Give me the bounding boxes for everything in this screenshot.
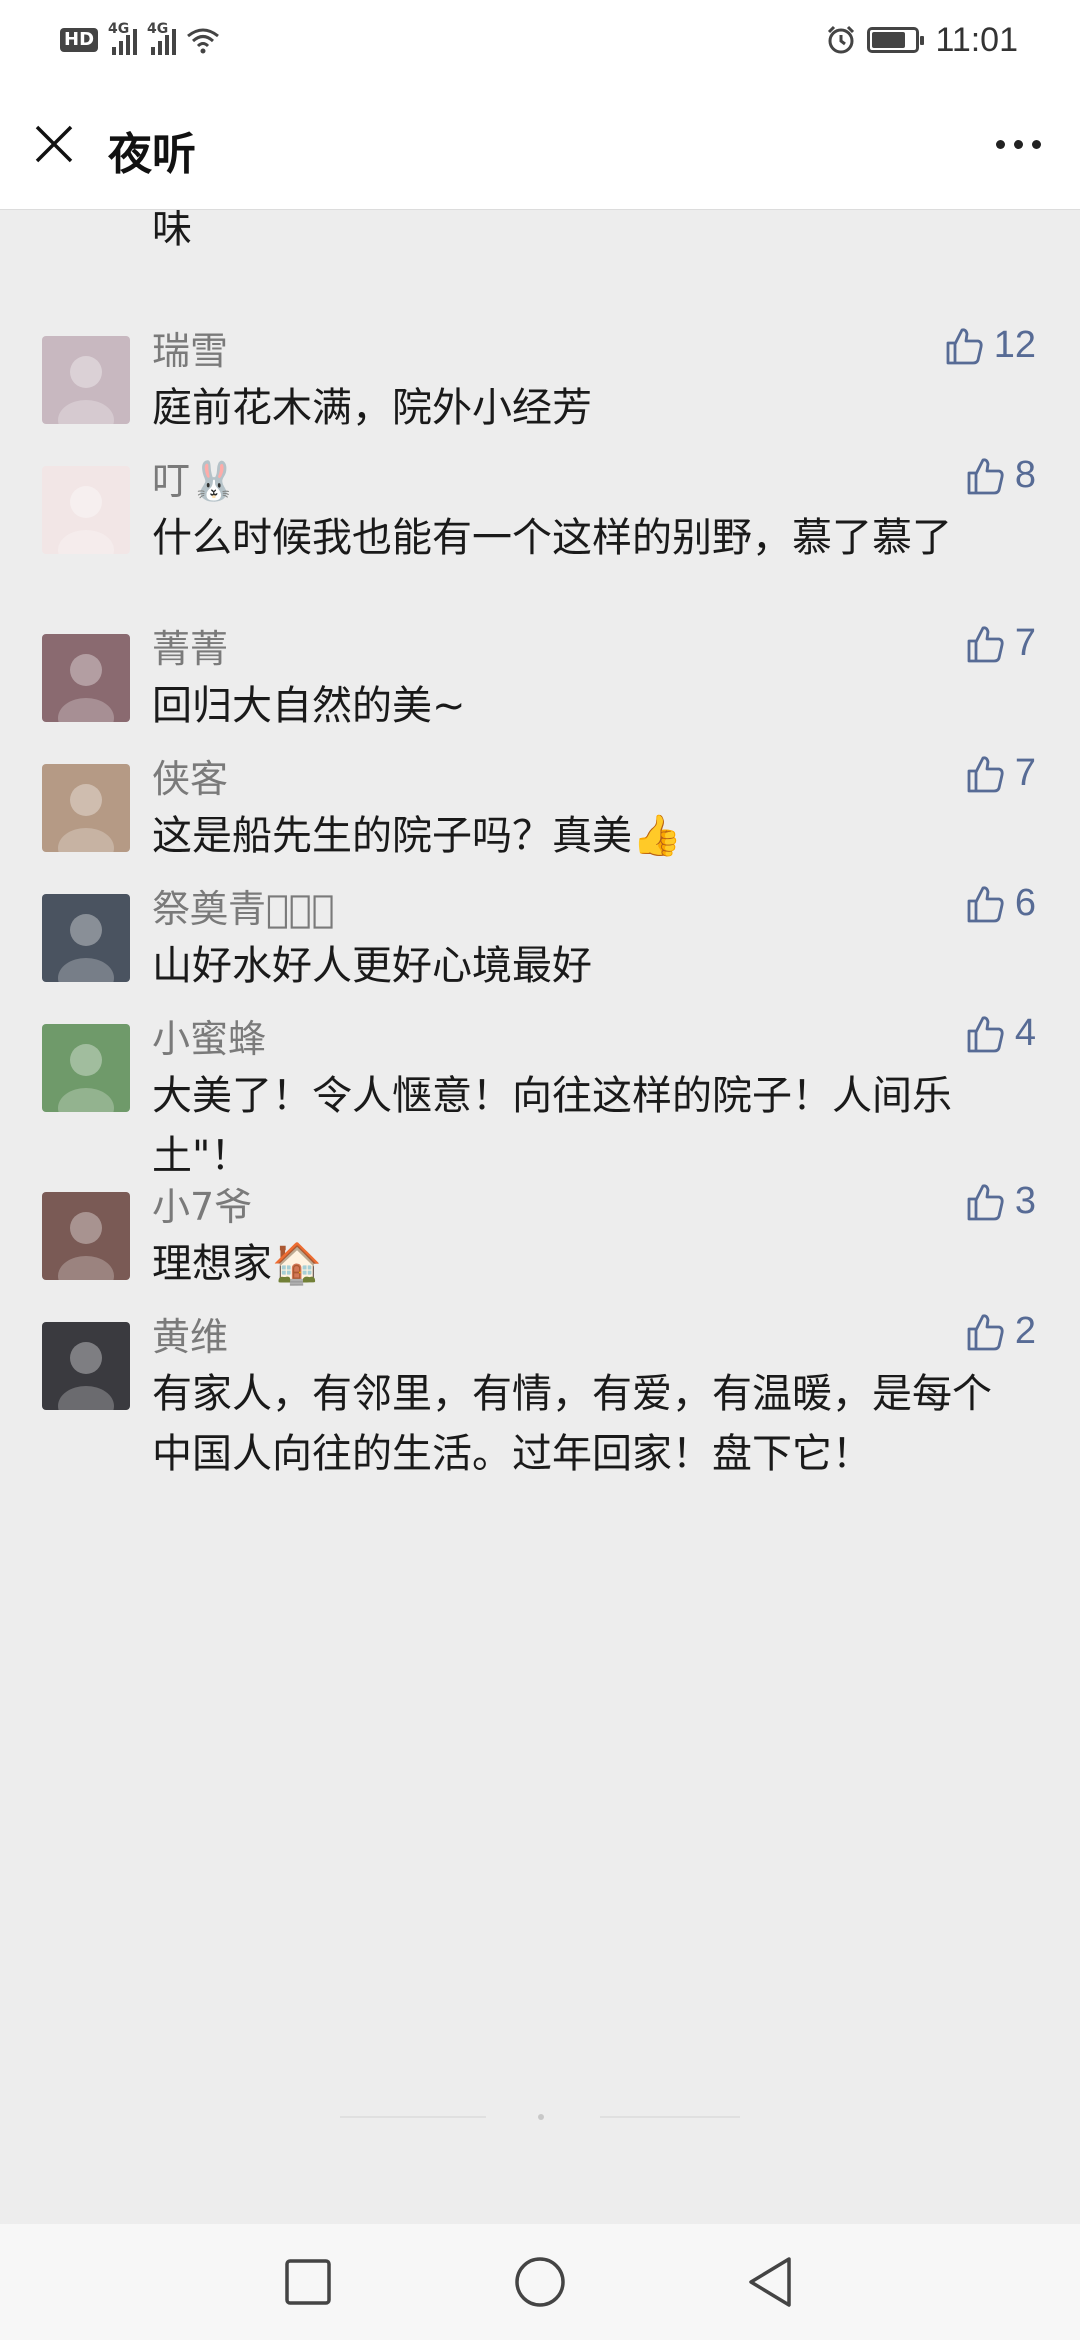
- comment-text: 大美了！令人惬意！向往这样的院子！人间乐土"！: [152, 1073, 952, 1179]
- like-button[interactable]: 7: [965, 622, 1036, 665]
- like-button[interactable]: 3: [965, 1180, 1036, 1223]
- like-button[interactable]: 2: [965, 1310, 1036, 1353]
- loading-dot: [538, 2114, 544, 2120]
- thumbs-up-icon: [967, 755, 1004, 792]
- like-button[interactable]: 7: [965, 752, 1036, 795]
- comment-list[interactable]: 味 瑞雪 庭前花木满，院外小经芳 12 叮🐰 什么时候我也能有一个这样的别野，慕…: [0, 210, 1080, 2140]
- signal-icon: 4G: [147, 21, 177, 55]
- status-left: HD 4G 4G: [60, 21, 220, 55]
- more-icon: [995, 139, 1005, 149]
- comment-text-partial: 味: [152, 210, 192, 252]
- home-icon: [515, 2257, 565, 2307]
- avatar[interactable]: [42, 1192, 130, 1280]
- divider: [340, 2116, 486, 2118]
- avatar[interactable]: [42, 336, 130, 424]
- like-button[interactable]: 6: [965, 882, 1036, 925]
- avatar[interactable]: [42, 466, 130, 554]
- status-right: 11:01: [825, 21, 1018, 60]
- thumbs-up-icon: [967, 457, 1004, 494]
- like-count: 2: [1014, 1310, 1036, 1352]
- system-navigation-bar: [0, 2224, 1080, 2340]
- comment-nickname[interactable]: 瑞雪: [152, 320, 228, 375]
- like-count: 12: [993, 324, 1036, 366]
- close-button[interactable]: [28, 118, 80, 170]
- wifi-icon: [187, 28, 219, 54]
- comment-nickname[interactable]: 叮🐰: [152, 450, 237, 505]
- comment-nickname[interactable]: 小蜜蜂: [152, 1008, 266, 1063]
- back-icon: [749, 2257, 791, 2307]
- network-type-label: 4G: [147, 21, 169, 37]
- nav-bar: 夜听: [0, 80, 1080, 210]
- comment-nickname[interactable]: 侠客: [152, 748, 228, 803]
- comment-text: 山好水好人更好心境最好: [152, 943, 592, 989]
- close-icon: [35, 125, 73, 163]
- comment-nickname[interactable]: 祭奠青春⃢⃢: [152, 878, 334, 933]
- clock: 11:01: [935, 20, 1018, 59]
- comment-text: 回归大自然的美~: [152, 683, 466, 729]
- comment-nickname[interactable]: 小7爷: [152, 1176, 252, 1231]
- like-count: 8: [1014, 454, 1036, 496]
- avatar[interactable]: [42, 894, 130, 982]
- comment-text: 这是船先生的院子吗？真美👍: [152, 813, 682, 859]
- comment-nickname[interactable]: 黄维: [152, 1306, 228, 1361]
- home-button[interactable]: [512, 2254, 568, 2310]
- avatar[interactable]: [42, 634, 130, 722]
- avatar[interactable]: [42, 1322, 130, 1410]
- like-count: 4: [1014, 1012, 1036, 1054]
- like-count: 7: [1014, 622, 1036, 664]
- network-type-label: 4G: [108, 21, 130, 37]
- thumbs-up-icon: [967, 625, 1004, 662]
- divider: [600, 2116, 740, 2118]
- like-count: 6: [1014, 882, 1036, 924]
- more-button[interactable]: [988, 124, 1048, 164]
- avatar[interactable]: [42, 764, 130, 852]
- like-button[interactable]: 4: [965, 1012, 1036, 1055]
- comment-text: 理想家🏠: [152, 1241, 322, 1287]
- thumbs-up-icon: [967, 885, 1004, 922]
- recents-icon: [285, 2259, 331, 2305]
- like-button[interactable]: 8: [965, 454, 1036, 497]
- page-title: 夜听: [108, 129, 196, 180]
- status-bar: HD 4G 4G 11:01: [0, 0, 1080, 80]
- thumbs-up-icon: [967, 1183, 1004, 1220]
- recents-button[interactable]: [280, 2254, 336, 2310]
- like-count: 3: [1014, 1180, 1036, 1222]
- hd-icon: HD: [60, 28, 99, 52]
- alarm-icon: [828, 25, 855, 54]
- signal-icon: 4G: [108, 21, 138, 55]
- thumbs-up-icon: [967, 1015, 1004, 1052]
- thumbs-up-icon: [946, 327, 983, 364]
- comment-text: 什么时候我也能有一个这样的别野，慕了慕了: [152, 515, 952, 561]
- like-count: 7: [1014, 752, 1036, 794]
- like-button[interactable]: 12: [944, 324, 1036, 367]
- thumbs-up-icon: [967, 1313, 1004, 1350]
- comment-nickname[interactable]: 菁菁: [152, 618, 228, 673]
- avatar[interactable]: [42, 1024, 130, 1112]
- battery-icon: [867, 27, 925, 53]
- comment-text: 有家人，有邻里，有情，有爱，有温暖，是每个中国人向往的生活。过年回家！盘下它！: [152, 1371, 992, 1477]
- back-button[interactable]: [742, 2254, 798, 2310]
- comment-text: 庭前花木满，院外小经芳: [152, 385, 592, 431]
